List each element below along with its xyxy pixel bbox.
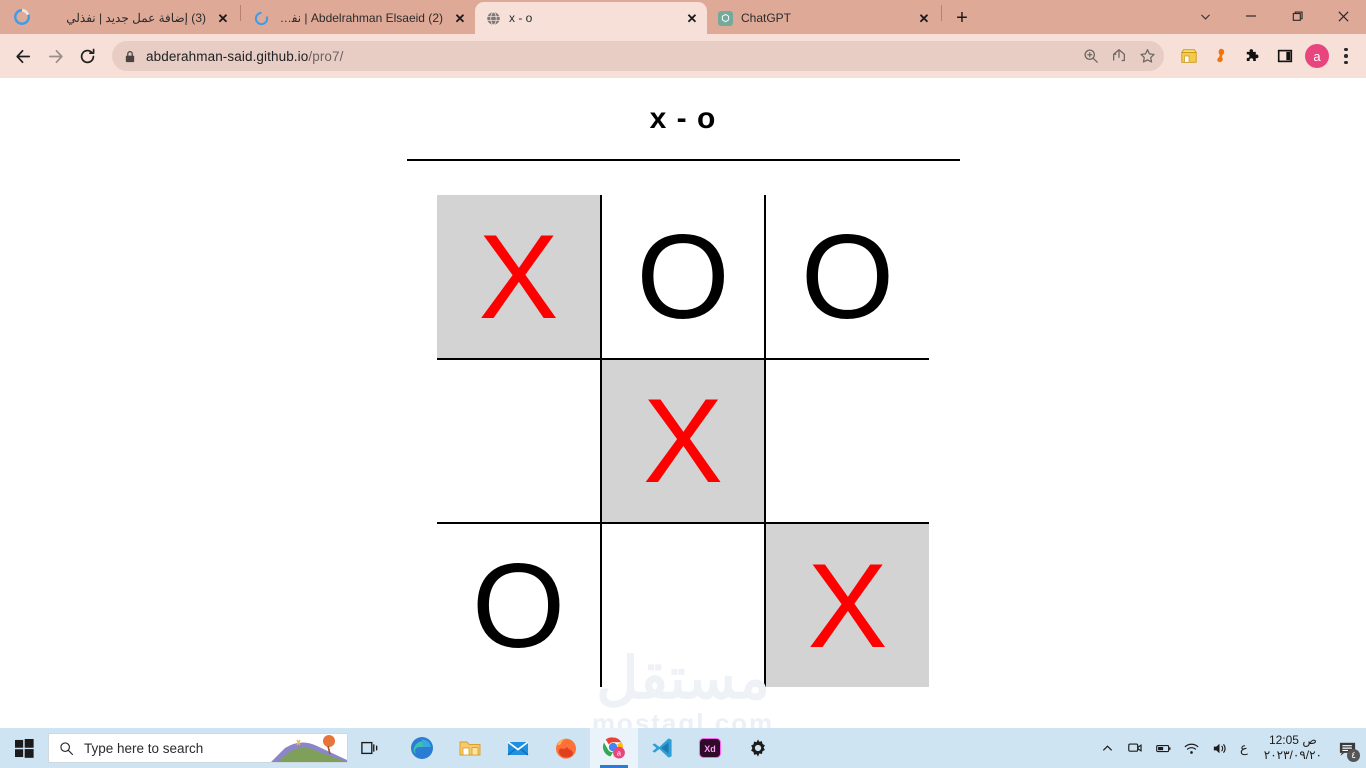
browser-toolbar: abderahman-said.github.io/pro7/ a — [0, 34, 1366, 78]
grammar-extension-icon[interactable] — [1206, 41, 1236, 71]
tab-close-button[interactable]: ✕ — [915, 9, 933, 27]
wifi-icon[interactable] — [1178, 728, 1204, 768]
zoom-in-icon[interactable] — [1078, 43, 1104, 69]
share-icon[interactable] — [1106, 43, 1132, 69]
address-bar[interactable]: abderahman-said.github.io/pro7/ — [112, 41, 1164, 71]
watermark-subtext: mostaql.com — [591, 708, 775, 728]
search-placeholder: Type here to search — [84, 740, 204, 756]
browser-window: (3) إضافة عمل جديد | نفذلي ✕ (2) Abdelra… — [0, 0, 1366, 728]
taskbar-clock[interactable]: 12:05 ص ٢٠٢٣/٠٩/٢٠ — [1256, 733, 1330, 763]
tab-title: x - o — [509, 11, 533, 25]
windows-taskbar: Type here to search a Xd ع 12:05 ص ٢٠٢٣/… — [0, 728, 1366, 768]
url-domain: abderahman-said.github.io — [146, 48, 309, 64]
taskbar-app-edge[interactable] — [398, 728, 446, 768]
tab-search-chevron-icon[interactable] — [1182, 0, 1228, 32]
language-indicator[interactable]: ع — [1234, 740, 1254, 756]
board-row: X O O — [437, 195, 929, 360]
window-controls — [1182, 0, 1366, 32]
taskbar-app-mail[interactable] — [494, 728, 542, 768]
url-path: /pro7/ — [308, 48, 344, 64]
profile-avatar[interactable]: a — [1302, 41, 1332, 71]
search-doodle-icon — [271, 735, 347, 762]
screen: (3) إضافة عمل جديد | نفذلي ✕ (2) Abdelra… — [0, 0, 1366, 768]
board-row: O X — [437, 522, 929, 687]
board-cell-2-1[interactable] — [600, 522, 766, 687]
system-tray: ع 12:05 ص ٢٠٢٣/٠٩/٢٠ ٤ — [1094, 728, 1366, 768]
tab-separator — [941, 5, 942, 21]
taskbar-search-box[interactable]: Type here to search — [48, 733, 348, 763]
volume-icon[interactable] — [1206, 728, 1232, 768]
tab-separator — [240, 5, 241, 21]
board-row: X — [437, 358, 929, 524]
board-cell-0-1[interactable]: O — [600, 195, 766, 360]
search-icon — [59, 741, 74, 756]
page-viewport: x - o X O O X O X مستقل mostaql.com — [0, 78, 1366, 728]
forward-button[interactable] — [40, 41, 70, 71]
mostaql-icon — [253, 10, 269, 26]
taskbar-app-vscode[interactable] — [638, 728, 686, 768]
cell-mark: O — [636, 209, 730, 344]
svg-text:Xd: Xd — [704, 744, 716, 754]
battery-icon[interactable] — [1150, 728, 1176, 768]
tab-close-button[interactable]: ✕ — [214, 9, 232, 27]
taskbar-app-file-explorer[interactable] — [446, 728, 494, 768]
avatar: a — [1305, 44, 1329, 68]
browser-tab-1[interactable]: (3) إضافة عمل جديد | نفذلي ✕ — [42, 2, 238, 34]
board-cell-0-2[interactable]: O — [764, 195, 929, 360]
cell-mark: X — [642, 374, 724, 508]
cell-mark: O — [800, 209, 895, 344]
cell-mark: X — [478, 209, 559, 344]
camera-icon[interactable] — [1122, 728, 1148, 768]
chrome-menu-button[interactable] — [1334, 41, 1358, 71]
board-cell-0-0[interactable]: X — [437, 195, 602, 360]
clock-date: ٢٠٢٣/٠٩/٢٠ — [1263, 748, 1322, 762]
tab-close-button[interactable]: ✕ — [451, 9, 469, 27]
board-cell-2-2[interactable]: X — [764, 522, 929, 687]
clock-time: 12:05 ص — [1268, 733, 1317, 747]
title-divider — [406, 159, 960, 161]
tab-title: (2) Abdelrahman Elsaeid | نفذلي — [277, 11, 443, 25]
browser-tab-2[interactable]: (2) Abdelrahman Elsaeid | نفذلي ✕ — [243, 2, 475, 34]
board-cell-1-2[interactable] — [764, 358, 929, 524]
tab-title: (3) إضافة عمل جديد | نفذلي — [66, 11, 206, 25]
board-cell-2-0[interactable]: O — [437, 522, 602, 687]
tic-tac-toe-board: X O O X O X — [437, 195, 929, 687]
taskbar-app-firefox[interactable] — [542, 728, 590, 768]
notification-badge: ٤ — [1347, 749, 1360, 762]
back-button[interactable] — [8, 41, 38, 71]
sidepanel-icon[interactable] — [1270, 41, 1300, 71]
mostaql-app-icon — [2, 0, 42, 34]
new-tab-button[interactable]: + — [948, 4, 976, 32]
puzzle-icon[interactable] — [1238, 41, 1268, 71]
board-cell-1-1[interactable]: X — [600, 358, 766, 524]
taskbar-apps: a Xd — [398, 728, 782, 768]
omnibox-actions — [1078, 41, 1160, 71]
minimize-button[interactable] — [1228, 0, 1274, 32]
cell-mark: X — [807, 538, 888, 673]
taskbar-app-chrome[interactable]: a — [590, 728, 638, 768]
page-title: x - o — [649, 102, 717, 135]
taskbar-app-settings[interactable] — [734, 728, 782, 768]
show-hidden-icons-chevron-icon[interactable] — [1094, 728, 1120, 768]
tab-strip: (3) إضافة عمل جديد | نفذلي ✕ (2) Abdelra… — [0, 0, 1366, 34]
browser-tab-4[interactable]: ChatGPT ✕ — [707, 2, 939, 34]
url-text: abderahman-said.github.io/pro7/ — [146, 49, 343, 64]
globe-icon — [485, 10, 501, 26]
taskbar-app-adobe-xd[interactable]: Xd — [686, 728, 734, 768]
browser-tab-3-active[interactable]: x - o ✕ — [475, 2, 707, 34]
task-view-icon[interactable] — [348, 728, 392, 768]
lock-icon — [124, 50, 136, 63]
reload-button[interactable] — [72, 41, 102, 71]
store-extension-icon[interactable] — [1174, 41, 1204, 71]
tab-close-button[interactable]: ✕ — [683, 9, 701, 27]
chatgpt-icon — [717, 10, 733, 26]
tab-title: ChatGPT — [741, 11, 792, 25]
notification-center-icon[interactable]: ٤ — [1332, 728, 1362, 768]
close-button[interactable] — [1320, 0, 1366, 32]
star-icon[interactable] — [1134, 43, 1160, 69]
cell-mark: O — [471, 538, 566, 673]
maximize-button[interactable] — [1274, 0, 1320, 32]
windows-start-icon[interactable] — [0, 728, 48, 768]
board-cell-1-0[interactable] — [437, 358, 602, 524]
